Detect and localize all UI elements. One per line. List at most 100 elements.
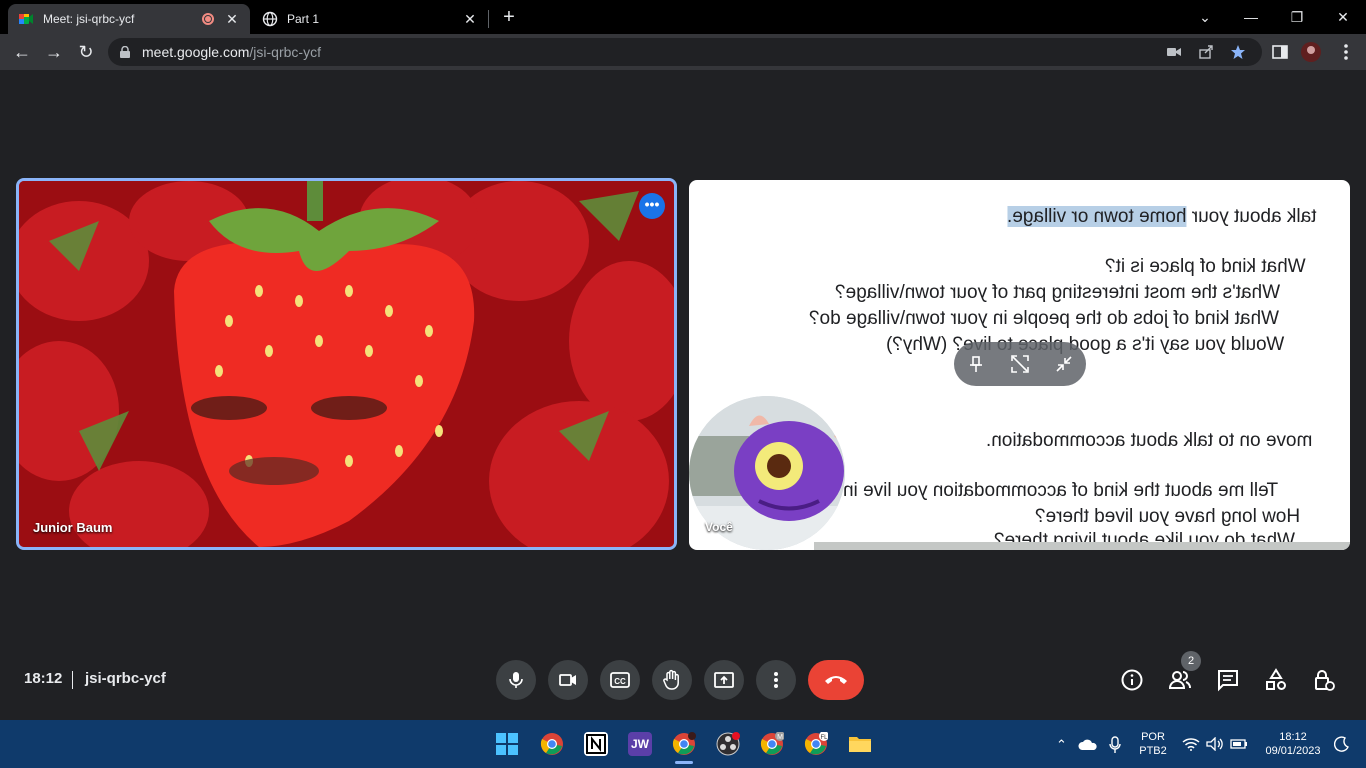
share-icon[interactable] (1198, 44, 1214, 60)
url-path: /jsi-qrbc-ycf (249, 44, 321, 60)
end-call-icon (825, 676, 847, 684)
slide-highlight: home town or village. (1007, 206, 1187, 227)
microphone-button[interactable] (496, 660, 536, 700)
browser-tabbar: Meet: jsi-qrbc-ycf ✕ Part 1 ✕ + ⌄ — ❐ ✕ (0, 0, 1366, 34)
browser-toolbar: ← → ↻ meet.google.com/jsi-qrbc-ycf (0, 34, 1366, 70)
address-bar[interactable]: meet.google.com/jsi-qrbc-ycf (108, 38, 1262, 66)
slide-line-1: talk about your home town or village. (1007, 206, 1316, 228)
back-icon[interactable]: ← (10, 40, 34, 64)
google-meet-favicon-icon (18, 11, 34, 27)
url-domain: meet.google.com (142, 44, 250, 60)
slide-line-6: move on to talk about accommodation. (986, 430, 1313, 451)
slide-scrollbar[interactable] (814, 542, 1350, 550)
recording-indicator-icon (202, 13, 214, 25)
activities-icon[interactable] (1264, 668, 1288, 692)
participant-video-image (19, 181, 674, 547)
side-panel-icon[interactable] (1270, 42, 1290, 62)
jw-taskbar-icon[interactable]: JW (628, 732, 652, 756)
notion-taskbar-icon[interactable] (584, 732, 608, 756)
slide-line-8: How long have you lived there? (1035, 506, 1301, 527)
camera-icon (559, 674, 576, 686)
people-count-badge: 2 (1181, 651, 1201, 671)
onedrive-icon[interactable] (1078, 737, 1098, 751)
minimize-tile-icon[interactable] (1054, 354, 1074, 374)
chrome-menu-icon[interactable] (1336, 42, 1356, 62)
bottom-separator (72, 671, 73, 689)
tab-title: Meet: jsi-qrbc-ycf (43, 12, 135, 26)
show-hidden-icons-icon[interactable]: ⌃ (1056, 738, 1067, 752)
tab-part1[interactable]: Part 1 ✕ (252, 4, 488, 34)
wifi-icon[interactable] (1182, 737, 1200, 751)
globe-icon (262, 11, 278, 27)
meeting-time: 18:12 (24, 670, 63, 687)
new-tab-button[interactable]: + (498, 6, 520, 28)
meeting-code: jsi-qrbc-ycf (85, 670, 166, 687)
taskbar-time: 18:12 (1279, 731, 1307, 743)
slide-line-4: What kind of jobs do the people in your … (809, 308, 1280, 329)
present-screen-icon (714, 672, 734, 688)
chrome-fl-taskbar-icon[interactable]: FL (804, 731, 829, 756)
pin-icon[interactable] (966, 354, 986, 374)
reload-icon[interactable]: ↻ (74, 40, 98, 64)
battery-icon[interactable] (1230, 738, 1248, 750)
present-button[interactable] (704, 660, 744, 700)
slide-line-7: Tell me about the kind of accommodation … (843, 480, 1279, 501)
tab-search-icon[interactable]: ⌄ (1182, 0, 1228, 34)
chrome-taskbar-icon[interactable] (540, 732, 564, 756)
leave-call-button[interactable] (808, 660, 864, 700)
chrome-profile-taskbar-icon[interactable] (672, 732, 696, 756)
microphone-icon (509, 672, 523, 688)
close-tab-icon[interactable]: ✕ (224, 11, 240, 27)
camera-button[interactable] (548, 660, 588, 700)
tab-title: Part 1 (287, 12, 320, 26)
windows-start-icon[interactable] (495, 732, 519, 756)
keyboard-layout: PTB2 (1139, 745, 1167, 757)
chrome-fl-badge: FL (820, 735, 828, 741)
host-controls-icon[interactable] (1312, 668, 1336, 692)
taskbar-clock[interactable]: 18:12 09/01/2023 (1258, 730, 1328, 758)
language-indicator[interactable]: POR PTB2 (1136, 730, 1170, 758)
microphone-tray-icon[interactable] (1108, 736, 1122, 754)
more-options-button[interactable] (756, 660, 796, 700)
jw-label: JW (631, 737, 649, 751)
captions-icon: CC (610, 672, 630, 688)
presentation-tile[interactable]: talk about your home town or village. Wh… (689, 180, 1350, 550)
meeting-details-icon[interactable] (1120, 668, 1144, 692)
taskbar-date: 09/01/2023 (1265, 745, 1321, 757)
captions-button[interactable]: CC (600, 660, 640, 700)
minimize-icon[interactable]: — (1228, 0, 1274, 34)
participant-more-options-button[interactable]: ••• (639, 193, 665, 219)
svg-text:CC: CC (614, 677, 626, 686)
file-explorer-taskbar-icon[interactable] (848, 732, 872, 756)
chrome-m-badge: M (777, 734, 783, 741)
more-vert-icon (774, 672, 778, 688)
participant-tile-junior[interactable]: ••• Junior Baum (16, 178, 677, 550)
obs-taskbar-icon[interactable] (716, 732, 740, 756)
camera-permission-icon[interactable] (1166, 44, 1182, 60)
raise-hand-button[interactable] (652, 660, 692, 700)
self-name-label: Você (705, 520, 733, 534)
chat-icon[interactable] (1216, 668, 1240, 692)
raise-hand-icon (663, 669, 679, 690)
forward-icon[interactable]: → (42, 40, 66, 64)
tab-separator (488, 10, 489, 28)
slide-line-3: What's the most interesting part of your… (835, 282, 1281, 303)
restore-icon[interactable]: ❐ (1274, 0, 1320, 34)
tile-action-bar (954, 342, 1086, 386)
active-app-indicator (675, 761, 693, 764)
tab-meet[interactable]: Meet: jsi-qrbc-ycf ✕ (8, 4, 250, 34)
people-icon[interactable] (1168, 668, 1192, 692)
volume-icon[interactable] (1206, 737, 1224, 751)
profile-avatar-icon[interactable] (1301, 42, 1321, 62)
slide-line-2: What kind of place is it? (1105, 256, 1306, 277)
focus-assist-moon-icon[interactable] (1334, 736, 1350, 752)
close-window-icon[interactable]: ✕ (1320, 0, 1366, 34)
frame-off-icon[interactable] (1010, 354, 1030, 374)
lock-icon (120, 46, 130, 58)
chrome-m-taskbar-icon[interactable]: M (760, 731, 785, 756)
slide-line-1-text: talk about your (1186, 206, 1317, 227)
participant-name-label: Junior Baum (33, 520, 113, 535)
close-tab-icon[interactable]: ✕ (462, 11, 478, 27)
bookmark-star-icon[interactable] (1230, 44, 1246, 60)
language-code: POR (1141, 731, 1165, 743)
